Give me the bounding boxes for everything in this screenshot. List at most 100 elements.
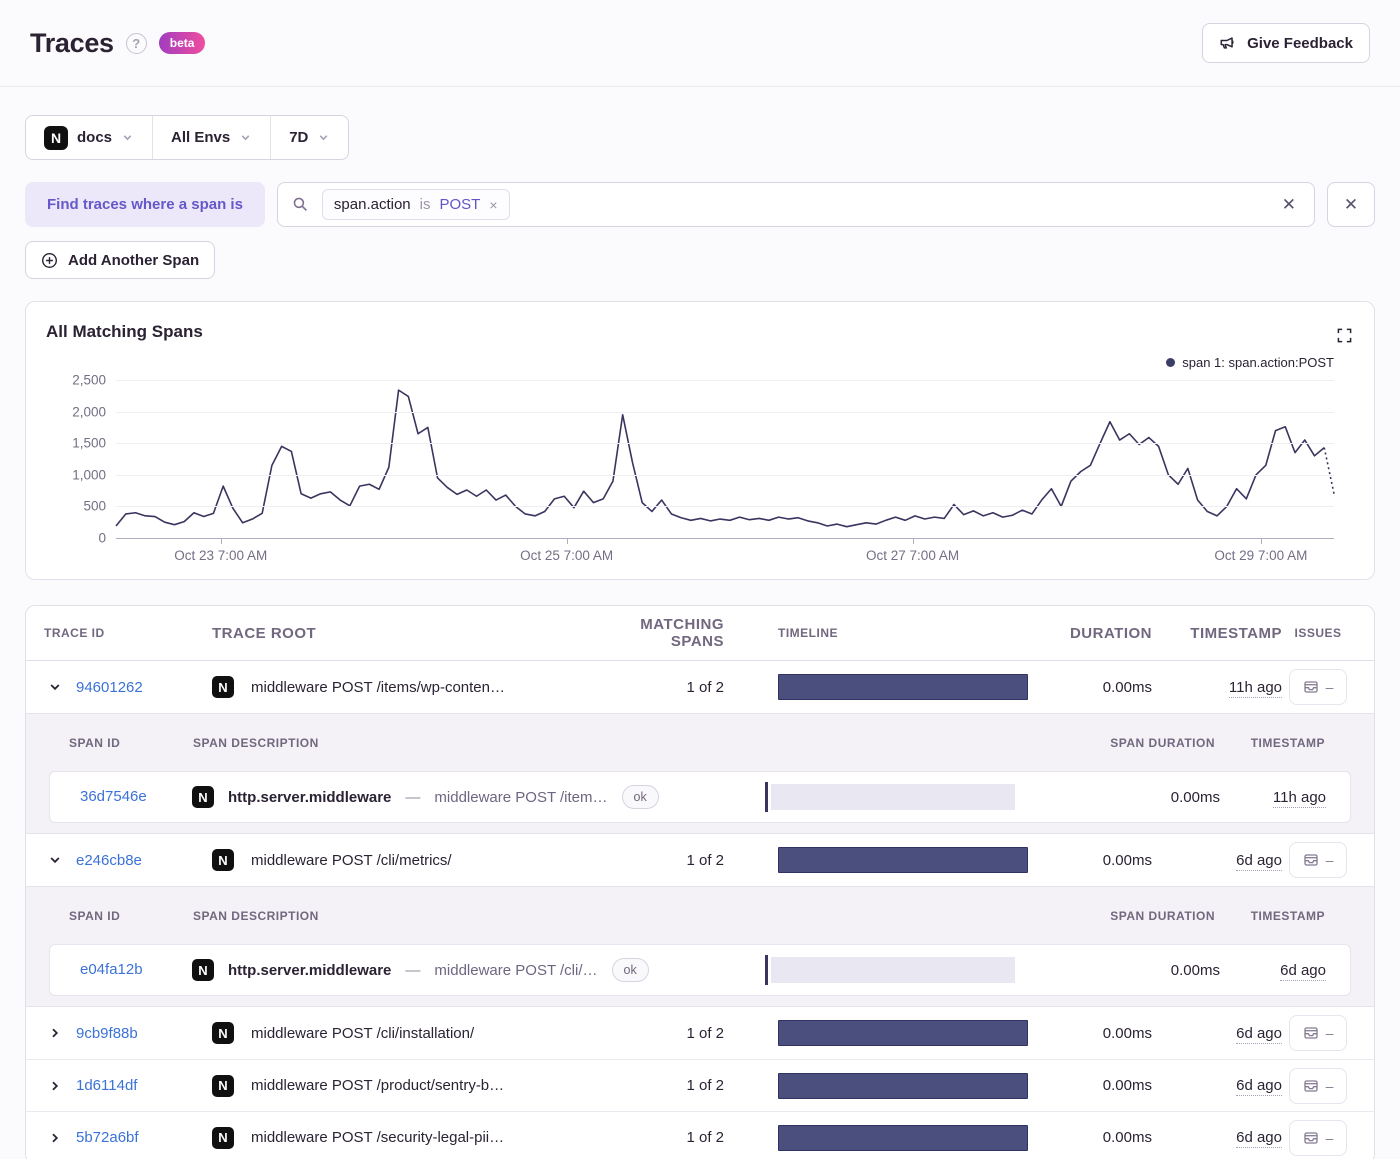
trace-root-label: middleware POST /product/sentry-b… [251,1077,505,1094]
chevron-right-icon[interactable] [44,1075,66,1097]
matching-spans-value: 1 of 2 [686,851,724,869]
chevron-right-icon[interactable] [44,1022,66,1044]
span-timestamp-value[interactable]: 6d ago [1280,961,1326,981]
chevron-down-icon [239,131,252,144]
help-icon[interactable]: ? [125,32,147,54]
span-timeline-track [771,957,1015,983]
token-value: POST [439,196,481,213]
all-matching-spans-panel: All Matching Spans span 1: span.action:P… [25,301,1375,580]
traces-table-header: Trace ID Trace Root Matching Spans Timel… [26,606,1374,661]
issues-button[interactable]: – [1289,1119,1347,1156]
trace-id-link[interactable]: 94601262 [76,679,143,696]
trace-id-link[interactable]: 9cb9f88b [76,1025,138,1042]
filter-token[interactable]: span.action is POST × [321,189,510,220]
span-subpanel: Span ID Span Description Span Duration T… [26,886,1374,1007]
timestamp-value[interactable]: 6d ago [1236,1129,1282,1148]
matching-spans-value: 1 of 2 [686,1024,724,1042]
page-header: Traces ? beta Give Feedback [0,0,1400,87]
issues-none-value: – [1325,852,1334,868]
inbox-icon [1303,1027,1318,1039]
col-span-timestamp: Timestamp [1250,908,1325,923]
clear-search-icon[interactable]: ✕ [1278,191,1300,219]
project-filter[interactable]: N docs [26,116,152,159]
span-search-input[interactable]: span.action is POST × ✕ [276,182,1315,227]
col-issues: Issues [1294,626,1342,640]
chart-title: All Matching Spans [46,322,203,341]
span-status-badge: ok [611,958,649,982]
span-timestamp-value[interactable]: 11h ago [1272,788,1326,808]
nextjs-icon: N [192,959,214,981]
token-operator: is [419,196,431,213]
chart-plot-area[interactable]: 0 500 1,000 1,500 2,000 2,500 [72,373,1334,546]
span-row[interactable]: e04fa12b N http.server.middleware — midd… [49,944,1351,996]
remove-query-row-button[interactable]: ✕ [1327,182,1375,227]
trace-id-link[interactable]: 1d6114df [76,1077,137,1094]
timeline-bar[interactable] [778,847,1028,873]
table-row[interactable]: 94601262 N middleware POST /items/wp-con… [26,661,1374,713]
span-id-link[interactable]: e04fa12b [80,961,143,978]
trace-root-label: middleware POST /items/wp-conten… [251,678,505,696]
table-row[interactable]: 9cb9f88b N middleware POST /cli/installa… [26,1007,1374,1059]
x-axis-tick [220,539,222,544]
span-id-link[interactable]: 36d7546e [80,788,147,805]
fullscreen-icon[interactable] [1337,328,1352,343]
separator-dash: — [405,788,421,806]
environment-filter[interactable]: All Envs [152,116,270,159]
date-range-filter-label: 7D [289,129,309,146]
table-row[interactable]: 5b72a6bf N middleware POST /security-leg… [26,1111,1374,1159]
megaphone-icon [1219,34,1237,52]
nextjs-icon: N [212,1022,234,1044]
issues-button[interactable]: – [1289,842,1347,878]
chevron-down-icon[interactable] [44,849,66,871]
gridline [116,474,1334,476]
give-feedback-button[interactable]: Give Feedback [1202,23,1370,63]
timeline-bar[interactable] [778,1020,1028,1046]
timestamp-value[interactable]: 6d ago [1236,1024,1282,1044]
issues-none-value: – [1325,1077,1334,1094]
timeline-bar[interactable] [778,1124,1028,1151]
span-status-badge: ok [621,785,659,809]
span-duration-value: 0.00ms [1170,961,1220,979]
inbox-icon [1303,681,1318,693]
timestamp-value[interactable]: 6d ago [1236,851,1282,871]
span-description-label: middleware POST /item… [434,788,608,806]
issues-none-value: – [1325,679,1334,695]
find-traces-label: Find traces where a span is [25,182,265,227]
timeline-bar[interactable] [778,1072,1028,1099]
col-trace-id: Trace ID [44,626,105,640]
x-axis-tick-label: Oct 29 7:00 AM [1214,548,1308,563]
timestamp-value[interactable]: 11h ago [1228,678,1282,698]
date-range-filter[interactable]: 7D [270,116,348,159]
span-timeline[interactable] [765,955,1015,985]
chevron-down-icon [317,131,330,144]
chevron-down-icon[interactable] [44,676,66,698]
chevron-right-icon[interactable] [44,1127,66,1149]
trace-root-label: middleware POST /cli/installation/ [251,1024,475,1042]
col-span-timestamp: Timestamp [1250,735,1325,750]
issues-button[interactable]: – [1289,1067,1347,1104]
table-row[interactable]: 1d6114df N middleware POST /product/sent… [26,1059,1374,1111]
add-another-span-button[interactable]: Add Another Span [25,241,216,279]
issues-button[interactable]: – [1289,1015,1347,1051]
trace-root-label: middleware POST /security-legal-pii… [251,1129,505,1146]
col-span-description: Span Description [193,735,319,750]
col-timeline: Timeline [778,626,838,640]
separator-dash: — [405,961,421,979]
timestamp-value[interactable]: 6d ago [1236,1077,1282,1096]
trace-id-link[interactable]: 5b72a6bf [76,1129,139,1146]
series-line-dashed-tail [1324,448,1334,494]
page-title: Traces [30,27,114,58]
gridline [116,506,1334,508]
y-axis-tick-label: 1,500 [72,435,106,451]
table-row[interactable]: e246cb8e N middleware POST /cli/metrics/… [26,834,1374,886]
trace-id-link[interactable]: e246cb8e [76,852,142,869]
col-trace-root: Trace Root [212,624,317,642]
span-timeline[interactable] [765,782,1015,812]
token-remove-icon[interactable]: × [489,197,497,213]
token-key: span.action [333,196,411,213]
issues-button[interactable]: – [1289,669,1347,705]
timeline-bar[interactable] [778,674,1028,700]
chart-line-svg [116,380,1334,538]
duration-value: 0.00ms [1102,1024,1152,1042]
span-row[interactable]: 36d7546e N http.server.middleware — midd… [49,771,1351,823]
